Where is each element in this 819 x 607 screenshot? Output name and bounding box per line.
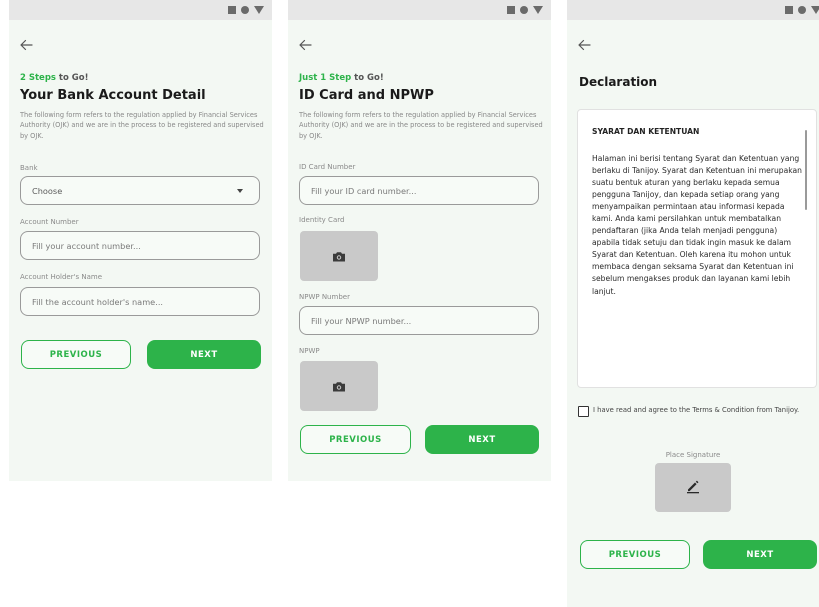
id-card-npwp-screen: Just 1 Step to Go! ID Card and NPWP The … (288, 0, 551, 481)
npwp-number-label: NPWP Number (299, 293, 350, 301)
steps-remaining: Just 1 Step to Go! (299, 73, 384, 83)
previous-button[interactable]: PREVIOUS (580, 540, 690, 569)
signature-pad[interactable] (655, 463, 731, 512)
account-holder-label: Account Holder's Name (20, 273, 103, 281)
triangle-icon (533, 6, 543, 14)
square-icon (785, 6, 793, 14)
page-title: Your Bank Account Detail (20, 88, 206, 103)
terms-heading: SYARAT DAN KETENTUAN (592, 127, 700, 136)
back-arrow-icon[interactable] (19, 38, 39, 54)
npwp-number-input[interactable]: Fill your NPWP number... (299, 306, 539, 335)
regulation-description: The following form refers to the regulat… (20, 111, 264, 140)
triangle-icon (254, 6, 264, 14)
circle-icon (241, 6, 249, 14)
camera-icon (333, 377, 345, 396)
next-button[interactable]: NEXT (425, 425, 539, 454)
status-bar (567, 0, 819, 20)
next-button[interactable]: NEXT (703, 540, 817, 569)
bank-account-screen: 2 Steps to Go! Your Bank Account Detail … (9, 0, 272, 481)
step-count: 2 Steps (20, 73, 56, 83)
square-icon (507, 6, 515, 14)
identity-card-label: Identity Card (299, 216, 345, 224)
pencil-icon (685, 478, 701, 498)
identity-card-upload[interactable] (300, 231, 378, 281)
page-title: ID Card and NPWP (299, 88, 434, 103)
regulation-description: The following form refers to the regulat… (299, 111, 543, 140)
circle-icon (520, 6, 528, 14)
id-card-number-label: ID Card Number (299, 163, 356, 171)
bank-label: Bank (20, 164, 38, 172)
previous-button[interactable]: PREVIOUS (300, 425, 411, 454)
npwp-label: NPWP (299, 347, 320, 355)
step-count: Just 1 Step (299, 73, 352, 83)
step-suffix: to Go! (55, 73, 89, 83)
terms-body: Halaman ini berisi tentang Syarat dan Ke… (592, 154, 802, 296)
bank-select[interactable]: Choose (20, 176, 260, 205)
status-bar (9, 0, 272, 20)
circle-icon (798, 6, 806, 14)
next-button[interactable]: NEXT (147, 340, 261, 369)
back-arrow-icon[interactable] (577, 38, 597, 54)
declaration-screen: Declaration SYARAT DAN KETENTUAN Halaman… (567, 0, 819, 607)
agree-terms-row[interactable]: I have read and agree to the Terms & Con… (578, 405, 814, 417)
account-holder-input[interactable]: Fill the account holder's name... (20, 287, 260, 316)
agree-label: I have read and agree to the Terms & Con… (593, 406, 800, 414)
account-number-input[interactable]: Fill your account number... (20, 231, 260, 260)
previous-button[interactable]: PREVIOUS (21, 340, 131, 369)
account-number-label: Account Number (20, 218, 79, 226)
signature-label: Place Signature (665, 451, 721, 459)
page-title: Declaration (579, 75, 658, 89)
terms-panel[interactable]: SYARAT DAN KETENTUAN Halaman ini berisi … (577, 109, 817, 388)
npwp-upload[interactable] (300, 361, 378, 411)
status-bar (288, 0, 551, 20)
steps-remaining: 2 Steps to Go! (20, 73, 88, 83)
terms-scrollbar[interactable] (805, 130, 807, 210)
triangle-icon (811, 6, 819, 14)
camera-icon (333, 247, 345, 266)
dropdown-caret-icon (237, 188, 243, 193)
agree-checkbox[interactable] (578, 406, 589, 417)
back-arrow-icon[interactable] (298, 38, 318, 54)
id-card-number-input[interactable]: Fill your ID card number... (299, 176, 539, 205)
bank-select-value: Choose (32, 185, 63, 196)
step-suffix: to Go! (351, 73, 384, 83)
square-icon (228, 6, 236, 14)
